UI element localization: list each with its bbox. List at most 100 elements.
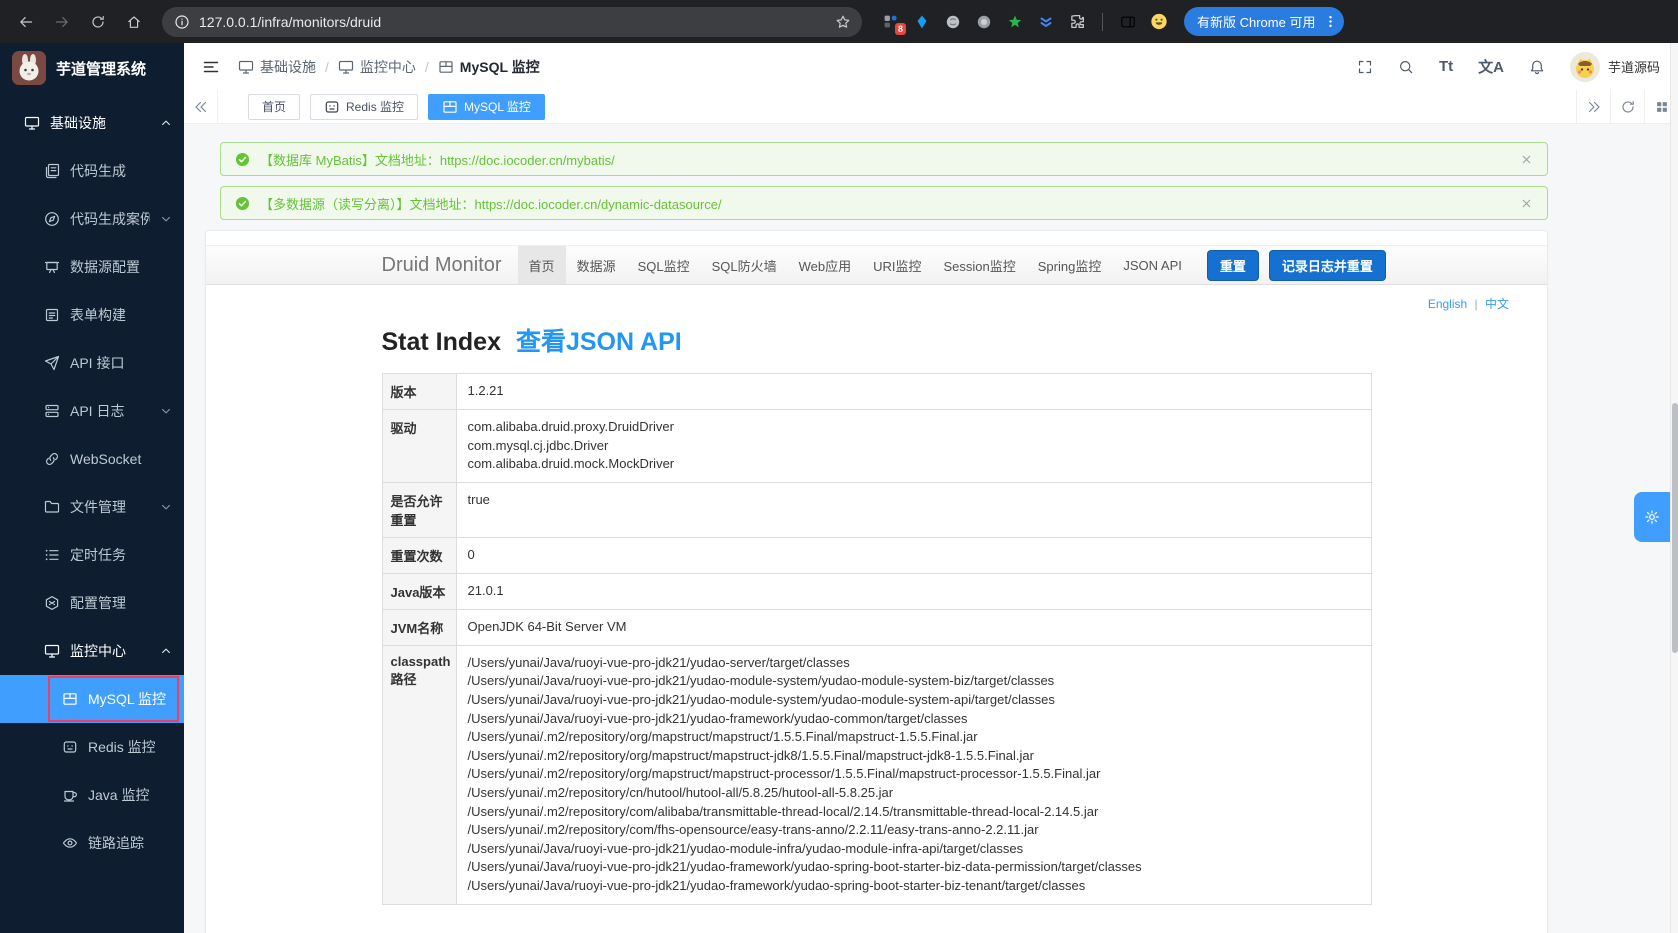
tab-mysql-monitor[interactable]: MySQL 监控 <box>428 94 545 120</box>
druid-nav-item[interactable]: Web应用 <box>788 246 863 284</box>
druid-nav-item[interactable]: SQL防火墙 <box>701 246 788 284</box>
browser-forward-button[interactable] <box>46 6 78 38</box>
breadcrumb-item-mysql-monitor[interactable]: MySQL 监控 <box>438 57 540 77</box>
sidebar-header: 芋道管理系统 <box>0 43 184 93</box>
sidebar-item-code-gen[interactable]: 代码生成 <box>0 147 184 195</box>
page-scrollbar <box>1670 43 1678 933</box>
breadcrumb-separator: / <box>325 59 329 75</box>
chrome-update-label: 有新版 Chrome 可用 <box>1197 12 1315 31</box>
druid-nav-item[interactable]: JSON API <box>1112 246 1193 284</box>
browser-menu-kebab-icon[interactable] <box>1323 14 1338 29</box>
side-panel-icon[interactable] <box>1119 13 1137 31</box>
extension-chevrons-icon[interactable] <box>1037 13 1055 31</box>
druid-logo: Druid Monitor <box>382 254 502 277</box>
value-line: com.alibaba.druid.mock.MockDriver <box>468 455 1360 474</box>
sidebar-item-infra[interactable]: 基础设施 <box>0 99 184 147</box>
druid-nav-item[interactable]: 数据源 <box>566 246 627 284</box>
extension-kite-icon[interactable] <box>913 13 931 31</box>
sidebar-item-redis-monitor[interactable]: Redis 监控 <box>0 723 184 771</box>
sidebar-item-label: API 接口 <box>70 353 172 373</box>
sidebar-item-label: 文件管理 <box>70 497 150 517</box>
log-and-reset-button[interactable]: 记录日志并重置 <box>1269 250 1386 281</box>
lang-chinese-link[interactable]: 中文 <box>1485 297 1509 311</box>
extension-gray-circle-icon[interactable] <box>975 13 993 31</box>
value-line: /Users/yunai/.m2/repository/com/alibaba/… <box>468 803 1360 822</box>
sidebar-item-code-gen-demo[interactable]: 代码生成案例 <box>0 195 184 243</box>
stat-table: 版本1.2.21驱动com.alibaba.druid.proxy.DruidD… <box>382 373 1372 905</box>
url-text[interactable]: 127.0.0.1/infra/monitors/druid <box>199 14 821 30</box>
profile-emoji-avatar[interactable] <box>1150 13 1168 31</box>
druid-nav-item[interactable]: SQL监控 <box>627 246 701 284</box>
value-line: /Users/yunai/Java/ruoyi-vue-pro-jdk21/yu… <box>468 691 1360 710</box>
reset-button[interactable]: 重置 <box>1207 250 1259 281</box>
font-size-icon[interactable]: Tt <box>1439 58 1453 75</box>
avatar <box>1570 52 1600 82</box>
chevron-down-icon <box>160 213 172 225</box>
sidebar-item-websocket[interactable]: WebSocket <box>0 435 184 483</box>
tabs-scroll-left-icon[interactable] <box>184 90 218 124</box>
extensions-puzzle-icon[interactable] <box>1068 13 1086 31</box>
breadcrumb-item-infra[interactable]: 基础设施 <box>238 57 316 77</box>
translate-icon[interactable]: 文A <box>1478 56 1504 77</box>
extension-green-star-icon[interactable] <box>1006 13 1024 31</box>
notification-bell-icon[interactable] <box>1529 59 1545 75</box>
tab-home[interactable]: 首页 <box>248 94 300 120</box>
bookmark-star-icon[interactable] <box>830 9 856 35</box>
sidebar-item-config-manage[interactable]: 配置管理 <box>0 579 184 627</box>
sidebar-item-scheduled-task[interactable]: 定时任务 <box>0 531 184 579</box>
alert-close-icon[interactable] <box>1520 153 1533 166</box>
view-json-api-link[interactable]: 查看JSON API <box>516 328 682 356</box>
collapse-menu-icon[interactable] <box>202 58 220 76</box>
druid-nav-buttons: 重置 记录日志并重置 <box>1207 246 1386 284</box>
chevron-down-icon <box>160 405 172 417</box>
breadcrumb-separator: / <box>425 59 429 75</box>
sidebar-item-datasource-config[interactable]: 数据源配置 <box>0 243 184 291</box>
scrollbar-thumb[interactable] <box>1672 403 1678 653</box>
browser-home-button[interactable] <box>118 6 150 38</box>
sidebar-item-form-builder[interactable]: 表单构建 <box>0 291 184 339</box>
sidebar-item-api-interface[interactable]: API 接口 <box>0 339 184 387</box>
row-value: com.alibaba.druid.proxy.DruidDrivercom.m… <box>456 410 1371 483</box>
monitor-icon <box>24 115 40 131</box>
fullscreen-icon[interactable] <box>1357 59 1373 75</box>
tab-redis-monitor[interactable]: Redis 监控 <box>310 94 418 120</box>
settings-gear-button[interactable] <box>1634 492 1670 542</box>
value-line: 21.0.1 <box>468 582 1360 601</box>
sidebar-item-label: 配置管理 <box>70 593 172 613</box>
user-menu[interactable]: 芋道源码 <box>1570 52 1660 82</box>
lang-english-link[interactable]: English <box>1428 297 1467 311</box>
sidebar-item-label: 表单构建 <box>70 305 172 325</box>
sidebar-item-java-monitor[interactable]: Java 监控 <box>0 771 184 819</box>
druid-nav-item[interactable]: Spring监控 <box>1027 246 1113 284</box>
browser-back-button[interactable] <box>10 6 42 38</box>
sidebar-item-mysql-monitor[interactable]: MySQL 监控 <box>0 675 184 723</box>
breadcrumb-item-monitor-center[interactable]: 监控中心 <box>338 57 416 77</box>
tabs-scroll-right-icon[interactable] <box>1576 90 1610 124</box>
table-row: JVM名称OpenJDK 64-Bit Server VM <box>382 609 1371 645</box>
search-icon[interactable] <box>1398 59 1414 75</box>
extension-adblock-icon[interactable]: 8 <box>882 13 900 31</box>
site-info-icon[interactable] <box>174 14 190 30</box>
alert-text: 【多数据源（读写分离）】文档地址：https://doc.iocoder.cn/… <box>260 194 722 213</box>
chrome-update-button[interactable]: 有新版 Chrome 可用 <box>1184 7 1344 36</box>
druid-nav-item[interactable]: Session监控 <box>933 246 1027 284</box>
row-label: 版本 <box>382 374 456 410</box>
druid-nav-item[interactable]: URI监控 <box>862 246 932 284</box>
sidebar-item-monitor-center[interactable]: 监控中心 <box>0 627 184 675</box>
row-value: OpenJDK 64-Bit Server VM <box>456 609 1371 645</box>
value-line: OpenJDK 64-Bit Server VM <box>468 618 1360 637</box>
alert-close-icon[interactable] <box>1520 197 1533 210</box>
sidebar-item-api-log[interactable]: API 日志 <box>0 387 184 435</box>
address-bar[interactable]: 127.0.0.1/infra/monitors/druid <box>162 7 862 37</box>
tabs-refresh-icon[interactable] <box>1610 90 1644 124</box>
sidebar-item-trace[interactable]: 链路追踪 <box>0 819 184 867</box>
sidebar-item-file-manage[interactable]: 文件管理 <box>0 483 184 531</box>
app-title: 芋道管理系统 <box>56 58 146 79</box>
app-logo <box>12 51 46 85</box>
extension-gray-round-icon[interactable] <box>944 13 962 31</box>
page-tabs-bar: 首页 Redis 监控 MySQL 监控 <box>184 90 1678 124</box>
browser-reload-button[interactable] <box>82 6 114 38</box>
druid-nav-item[interactable]: 首页 <box>518 246 566 284</box>
value-line: 0 <box>468 546 1360 565</box>
chevron-down-icon <box>160 501 172 513</box>
